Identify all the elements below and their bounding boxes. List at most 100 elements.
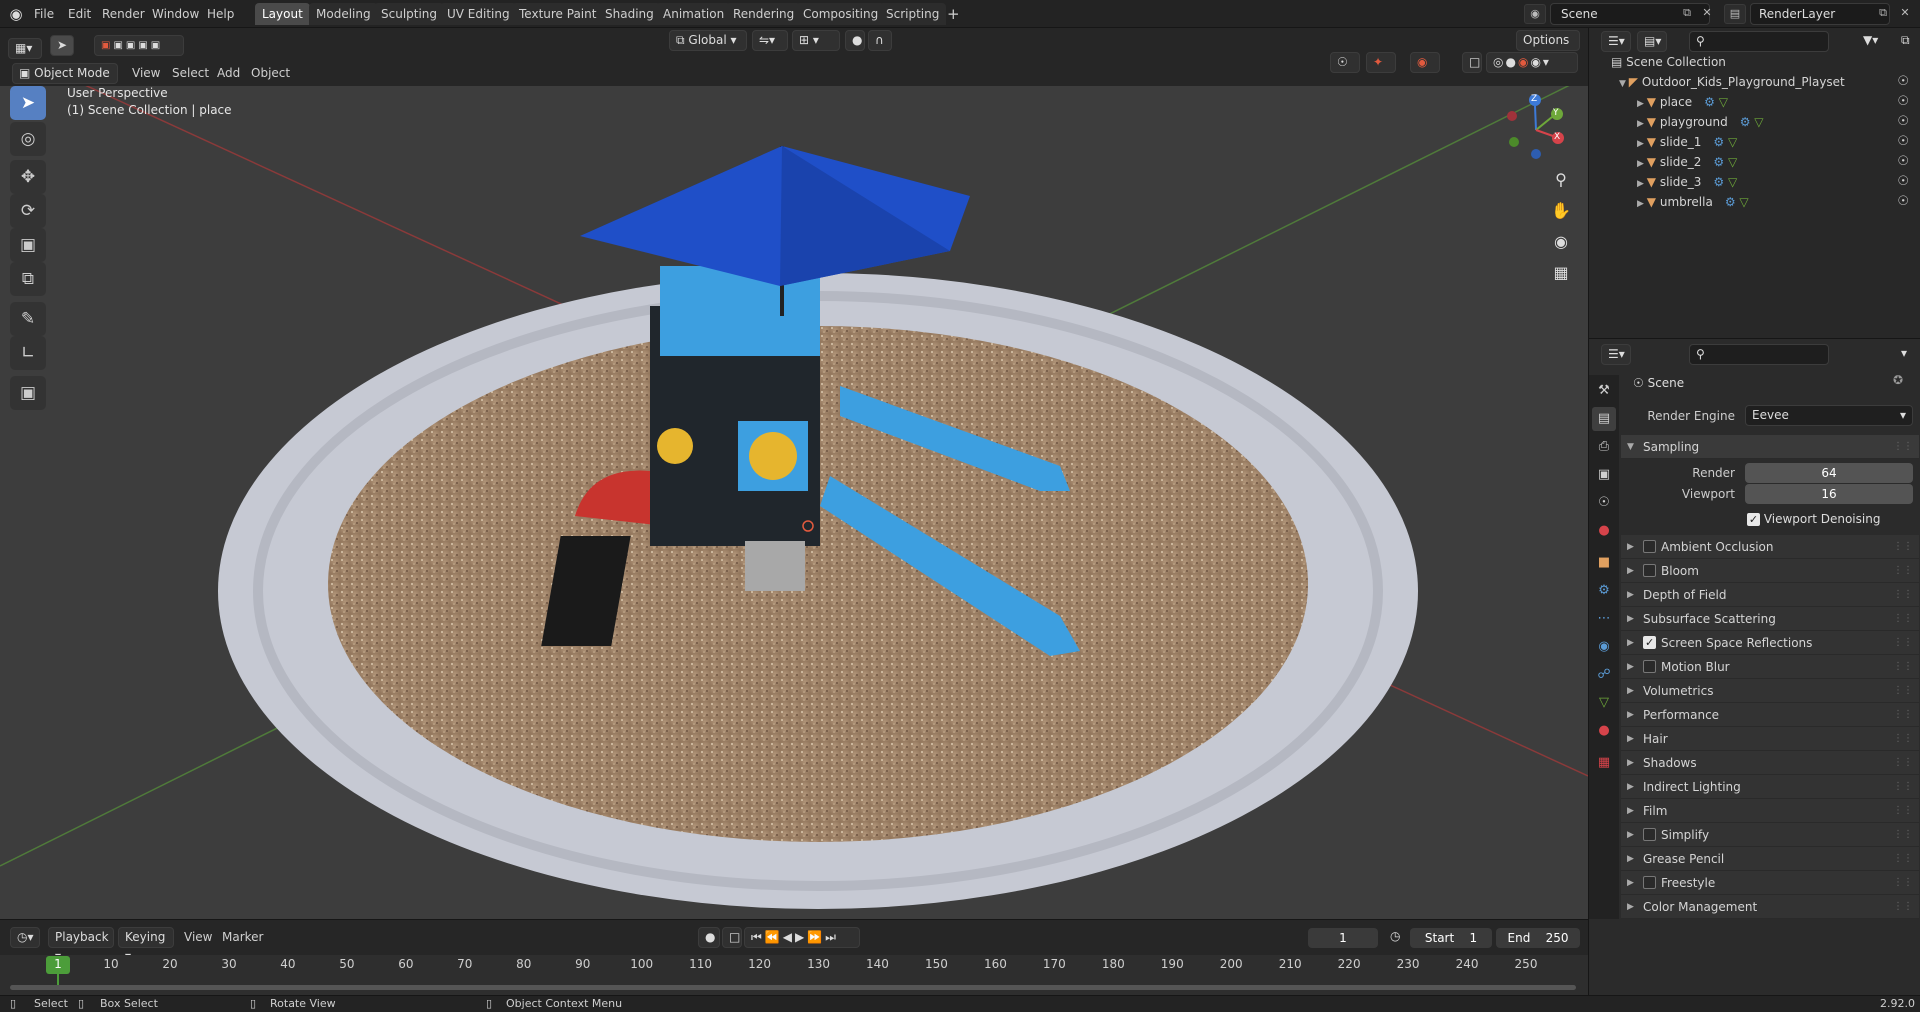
proportional-edit-icon[interactable]: ● [845, 30, 865, 51]
selection-mode-icons[interactable]: ▣▣▣▣▣ [94, 35, 184, 56]
checkbox-checked-icon[interactable]: ✓ [1747, 513, 1760, 526]
tab-animation[interactable]: Animation [656, 3, 732, 25]
checkbox-checked-icon[interactable] [1643, 631, 1656, 655]
section-ambient-occlusion[interactable]: ▶ Ambient Occlusion ⋮⋮ [1621, 535, 1919, 559]
properties-options-icon[interactable]: ▾ [1895, 344, 1915, 365]
view-menu[interactable]: View [132, 63, 160, 84]
section-shadows[interactable]: ▶ Shadows ⋮⋮ [1621, 751, 1919, 775]
sampling-section[interactable]: ▼ Sampling ⋮⋮ [1621, 435, 1919, 459]
outliner-playground-collection[interactable]: ▼ ◤ Outdoor_Kids_Playground_Playset ☉ [1589, 72, 1920, 92]
gizmo-neg-z-icon[interactable] [1531, 149, 1541, 159]
outliner-editor-icon[interactable]: ☰▾ [1601, 31, 1631, 52]
checkbox-icon[interactable] [1643, 660, 1656, 673]
expand-arrow-icon[interactable]: ▶ [1637, 119, 1647, 129]
move-tool-icon[interactable]: ✥ [10, 160, 46, 194]
outliner-scene-collection[interactable]: ▤ Scene Collection [1589, 52, 1920, 72]
outliner-search-input[interactable]: ⚲ [1689, 31, 1829, 52]
eye-icon[interactable]: ☉ [1897, 192, 1909, 212]
world-tab-icon[interactable]: ● [1592, 519, 1616, 543]
checkbox-icon[interactable] [1643, 540, 1656, 553]
editor-type-icon[interactable]: ▦▾ [8, 38, 42, 59]
scene-browse-icon[interactable]: ◉ [1524, 4, 1546, 24]
timeline-scrollbar[interactable] [10, 985, 1576, 990]
tool-tab-icon[interactable]: ⚒ [1592, 379, 1616, 403]
checkbox-icon[interactable] [1643, 564, 1656, 577]
drag-grip-icon[interactable]: ⋮⋮ [1893, 655, 1913, 679]
outliner-item-slide-1[interactable]: ▶ ▼ slide_1 ⚙ ▽ ☉ [1589, 132, 1920, 152]
pivot-point-icon[interactable]: ⇋▾ [752, 30, 788, 51]
drag-grip-icon[interactable]: ⋮⋮ [1893, 583, 1913, 607]
drag-grip-icon[interactable]: ⋮⋮ [1893, 607, 1913, 631]
zoom-icon[interactable]: ⚲ [1547, 166, 1575, 194]
add-cube-tool-icon[interactable]: ▣ [10, 376, 46, 410]
drag-grip-icon[interactable]: ⋮⋮ [1893, 871, 1913, 895]
rotate-tool-icon[interactable]: ⟳ [10, 194, 46, 228]
cursor-tool-icon[interactable]: ◎ [10, 122, 46, 156]
tab-layout[interactable]: Layout [255, 3, 310, 25]
select-menu[interactable]: Select [172, 63, 209, 84]
section-performance[interactable]: ▶ Performance ⋮⋮ [1621, 703, 1919, 727]
snap-icon[interactable]: ⊞ ▾ [792, 30, 840, 51]
outliner-item-place[interactable]: ▶ ▼ place ⚙ ▽ ☉ [1589, 92, 1920, 112]
drag-grip-icon[interactable]: ⋮⋮ [1893, 559, 1913, 583]
visibility-icon[interactable]: ☉ [1330, 52, 1360, 73]
section-hair[interactable]: ▶ Hair ⋮⋮ [1621, 727, 1919, 751]
eye-icon[interactable]: ☉ [1897, 152, 1909, 172]
menu-edit[interactable]: Edit [68, 0, 91, 28]
section-depth-of-field[interactable]: ▶ Depth of Field ⋮⋮ [1621, 583, 1919, 607]
gizmo-neg-y-icon[interactable] [1509, 137, 1519, 147]
outliner-item-slide-2[interactable]: ▶ ▼ slide_2 ⚙ ▽ ☉ [1589, 152, 1920, 172]
menu-render[interactable]: Render [102, 0, 145, 28]
auto-key-icon[interactable]: □ [722, 927, 742, 948]
drag-grip-icon[interactable]: ⋮⋮ [1893, 535, 1913, 559]
scene-tab-icon[interactable]: ☉ [1592, 491, 1616, 515]
camera-icon[interactable]: ◉ [1547, 228, 1575, 256]
data-tab-icon[interactable]: ▽ [1592, 691, 1616, 715]
render-tab-icon[interactable]: ▤ [1592, 407, 1616, 431]
view-layer-tab-icon[interactable]: ▣ [1592, 463, 1616, 487]
checkbox-icon[interactable] [1643, 828, 1656, 841]
gizmo-toggle-icon[interactable]: ✦ [1366, 52, 1396, 73]
tab-rendering[interactable]: Rendering [726, 3, 802, 25]
section-simplify[interactable]: ▶ Simplify ⋮⋮ [1621, 823, 1919, 847]
timeline-marker-menu[interactable]: Marker [222, 927, 263, 948]
drag-grip-icon[interactable]: ⋮⋮ [1893, 703, 1913, 727]
drag-grip-icon[interactable]: ⋮⋮ [1893, 847, 1913, 871]
tab-texture-paint[interactable]: Texture Paint [512, 3, 604, 25]
properties-editor-icon[interactable]: ☰▾ [1601, 344, 1631, 365]
gizmo-neg-x-icon[interactable] [1507, 111, 1517, 121]
blender-logo-icon[interactable]: ◉ [6, 4, 26, 24]
render-layer-field[interactable]: RenderLayer [1750, 3, 1890, 25]
eye-icon[interactable]: ☉ [1897, 92, 1909, 112]
properties-search-input[interactable]: ⚲ [1689, 344, 1829, 365]
drag-grip-icon[interactable]: ⋮⋮ [1893, 775, 1913, 799]
object-menu[interactable]: Object [251, 63, 290, 84]
menu-window[interactable]: Window [152, 0, 199, 28]
tab-shading[interactable]: Shading [598, 3, 661, 25]
eye-icon[interactable]: ☉ [1897, 172, 1909, 192]
texture-tab-icon[interactable]: ▦ [1592, 751, 1616, 775]
measure-tool-icon[interactable]: ∟ [10, 336, 46, 370]
add-menu[interactable]: Add [217, 63, 240, 84]
outliner-item-slide-3[interactable]: ▶ ▼ slide_3 ⚙ ▽ ☉ [1589, 172, 1920, 192]
material-tab-icon[interactable]: ● [1592, 719, 1616, 743]
expand-arrow-icon[interactable]: ▶ [1637, 179, 1647, 189]
constraints-tab-icon[interactable]: ☍ [1592, 663, 1616, 687]
keying-dropdown[interactable]: Keying ▾ [118, 927, 174, 963]
drag-grip-icon[interactable]: ⋮⋮ [1893, 727, 1913, 751]
outliner-item-umbrella[interactable]: ▶ ▼ umbrella ⚙ ▽ ☉ [1589, 192, 1920, 212]
tab-scripting[interactable]: Scripting [879, 3, 947, 25]
menu-file[interactable]: File [34, 0, 54, 28]
render-samples-field[interactable]: 64 [1745, 463, 1913, 483]
end-frame-field[interactable]: End 250 [1496, 928, 1580, 948]
section-grease-pencil[interactable]: ▶ Grease Pencil ⋮⋮ [1621, 847, 1919, 871]
physics-tab-icon[interactable]: ◉ [1592, 635, 1616, 659]
playback-dropdown[interactable]: Playback ▾ [48, 927, 114, 963]
modifiers-tab-icon[interactable]: ⚙ [1592, 579, 1616, 603]
new-collection-icon[interactable]: ⧉ [1895, 31, 1917, 52]
pan-hand-icon[interactable]: ✋ [1547, 197, 1575, 225]
tab-sculpting[interactable]: Sculpting [374, 3, 445, 25]
object-tab-icon[interactable]: ■ [1592, 551, 1616, 575]
outliner-item-playground[interactable]: ▶ ▼ playground ⚙ ▽ ☉ [1589, 112, 1920, 132]
drag-grip-icon[interactable]: ⋮⋮ [1893, 435, 1913, 459]
